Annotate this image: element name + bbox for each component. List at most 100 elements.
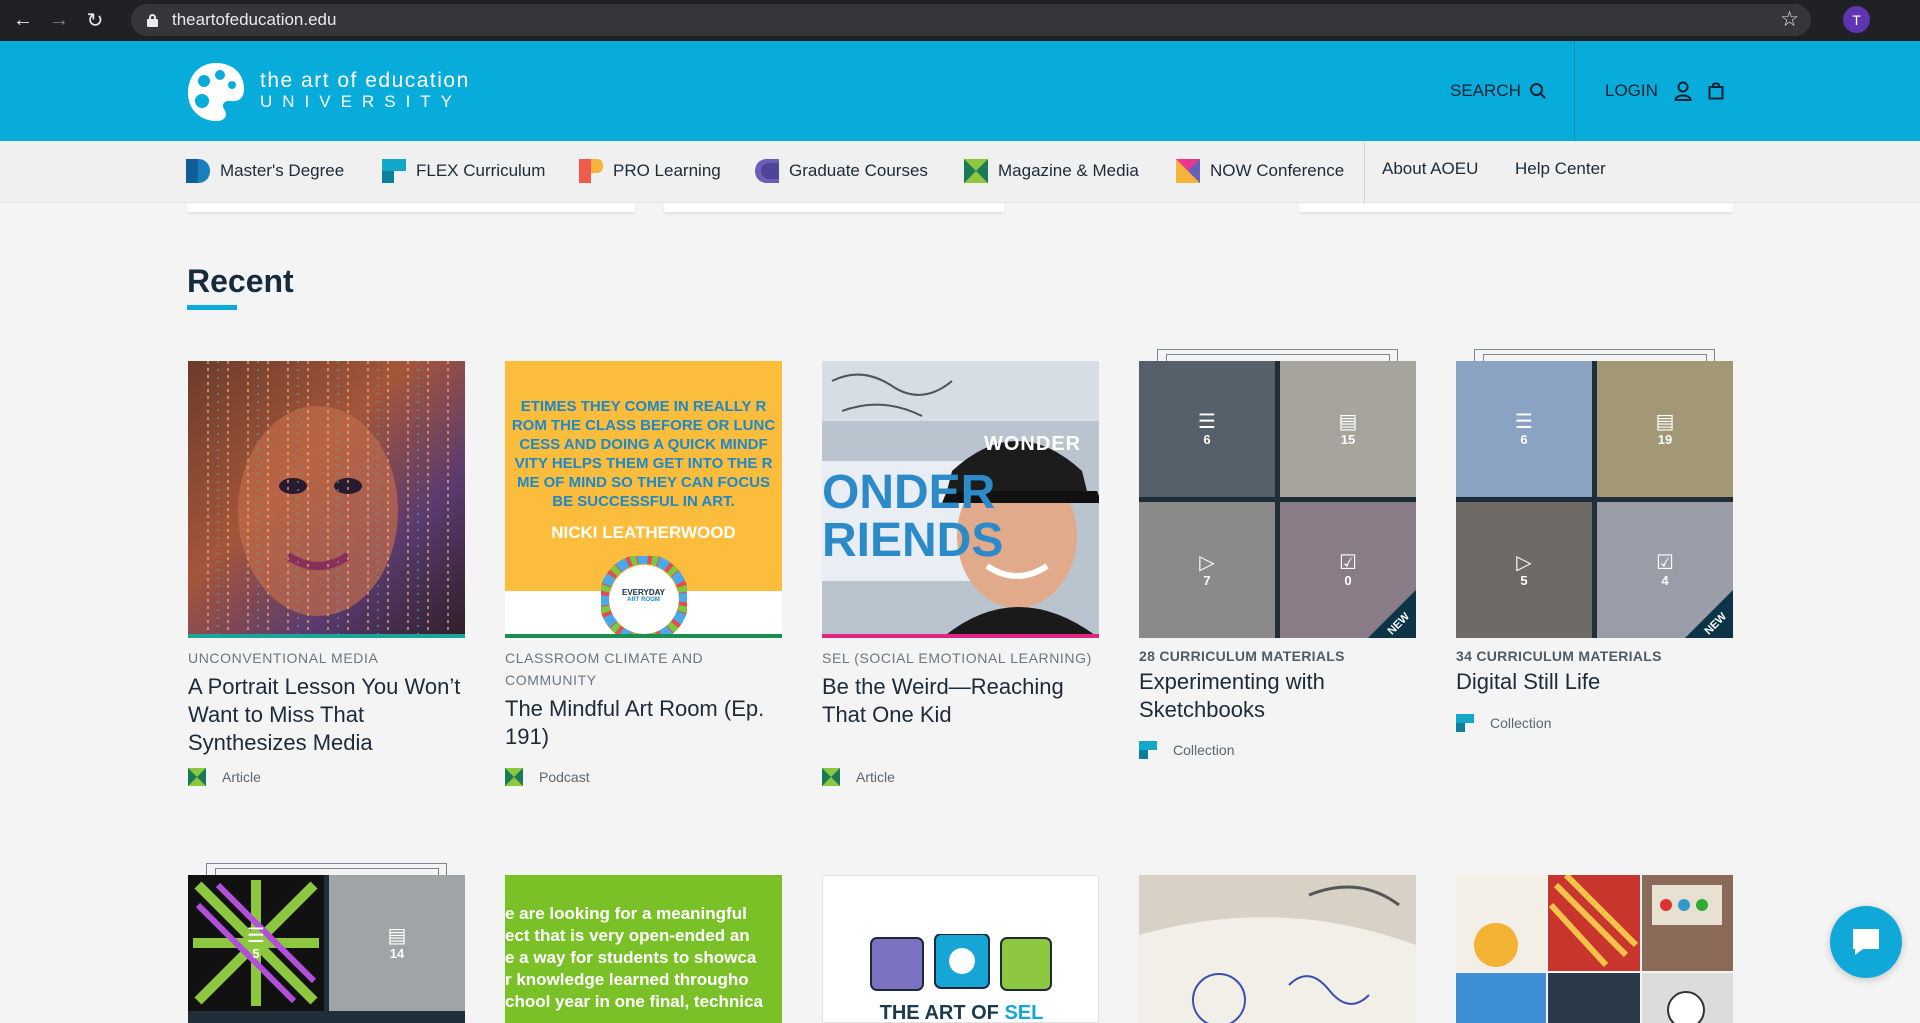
podcast-quote-image[interactable]: ETIMES THEY COME IN REALLY R ROM THE CLA… [505,361,782,638]
title-underline [187,305,237,310]
document-icon: ▤ [1338,410,1358,433]
card-title[interactable]: Be the Weird—Reaching That One Kid [822,673,1099,729]
logo-line-2: UNIVERSITY [260,92,463,111]
nav-magazine-media[interactable]: Magazine & Media [964,159,1139,183]
grid-tile[interactable]: ▤ 15 [1280,361,1416,497]
nav-graduate-courses[interactable]: Graduate Courses [755,159,928,183]
nav-now-conference[interactable]: NOW Conference [1176,159,1344,183]
article-icon [188,768,206,786]
main-nav: Master's Degree FLEX Curriculum PRO Lear… [0,141,1920,203]
project-quote-image[interactable]: e are looking for a meaningful ect that … [505,875,782,1023]
tile-count: 15 [1340,431,1356,447]
category-bar [822,634,1099,638]
portrait-image[interactable] [188,361,465,638]
login-label: LOGIN [1605,81,1658,100]
grid-tile[interactable]: ☰ 5 [188,875,324,1011]
grid-tile[interactable]: ☰ 6 [1139,361,1275,497]
chat-icon [1853,929,1879,955]
quote-line: BE SUCCESSFUL IN ART. [552,493,735,510]
site-logo[interactable]: the art of education UNIVERSITY [186,59,470,123]
palette-logo-icon [186,59,246,123]
grid-tile[interactable]: ▤ 14 [329,875,465,1011]
card-category: CLASSROOM CLIMATE AND COMMUNITY [505,650,704,688]
collection-card[interactable]: ☰ 5 ▤ 14 [188,863,465,1023]
site-header: the art of education UNIVERSITY SEARCH L… [0,41,1920,141]
play-icon: ▷ [1516,551,1532,574]
nav-help-center[interactable]: Help Center [1515,159,1606,179]
tile-count: 7 [1203,572,1211,588]
nav-label: NOW Conference [1210,161,1345,180]
content-card[interactable]: THE ART OF SEL [822,875,1099,1023]
url-text[interactable]: theartofeducation.edu [172,10,336,30]
login-button[interactable]: LOGIN [1605,81,1724,101]
collection-grid[interactable]: ☰ 5 ▤ 14 [188,875,465,1023]
grid-tile[interactable]: ▤ 19 [1597,361,1733,497]
bookmark-star-icon[interactable]: ☆ [1780,7,1799,32]
sign-text-1: ONDER [822,466,996,519]
card-stub [187,203,635,212]
search-icon [1529,83,1546,99]
collection-icon [1139,741,1157,759]
quote-line: CESS AND DOING A QUICK MINDF [519,436,768,453]
sketchbook-photo[interactable] [1139,875,1416,1023]
category-bar [505,634,782,638]
content-card[interactable] [1456,875,1733,1023]
grid-tile[interactable]: ▷ 7 [1139,502,1275,638]
card-stub [664,203,1004,212]
quote-line: ETIMES THEY COME IN REALLY R [520,398,767,415]
nav-flex-curriculum[interactable]: FLEX Curriculum [382,159,545,183]
back-icon[interactable]: ← [10,8,36,34]
document-icon: ▤ [387,924,407,947]
document-icon: ▤ [1655,410,1675,433]
nav-label: Master's Degree [220,161,345,180]
reload-icon[interactable]: ↻ [82,8,108,34]
collection-stack [1474,349,1715,361]
sel-image[interactable]: THE ART OF SEL [822,875,1099,1023]
teacher-photo[interactable]: WONDER ONDER RIENDS [822,361,1099,638]
grid-tile[interactable]: ☰ 6 [1456,361,1592,497]
article-icon [822,768,840,786]
quote-line: VITY HELPS THEM GET INTO THE R [514,455,773,472]
nav-about-aoeu[interactable]: About AOEU [1382,159,1478,179]
card-title[interactable]: Experimenting with Sketchbooks [1139,668,1416,724]
art-supplies-collage[interactable] [1456,875,1733,1023]
nav-divider [1364,141,1365,203]
nav-label: Graduate Courses [789,161,928,180]
section-title: Recent [187,263,294,299]
card-type-label: Article [222,769,261,785]
card-category: SEL (SOCIAL EMOTIONAL LEARNING) [822,650,1092,666]
forward-icon[interactable]: → [46,8,72,34]
card-title[interactable]: A Portrait Lesson You Won’t Want to Miss… [188,673,465,757]
card-title[interactable]: The Mindful Art Room (Ep. 191) [505,695,782,751]
list-icon: ☰ [247,924,265,947]
card-type: Article [188,768,261,786]
nav-pro-learning[interactable]: PRO Learning [579,159,721,183]
list-icon: ☰ [1198,410,1216,433]
nav-masters-degree[interactable]: Master's Degree [186,159,344,183]
collection-grid[interactable]: ☰ 6 ▤ 19 ▷ 5 ☑ 4 NEW [1456,361,1733,638]
card-type: Article [822,768,895,786]
podcast-icon [505,768,523,786]
quote-line: ect that is very open-ended an [505,926,750,945]
tile-count: 19 [1657,431,1673,447]
header-divider [1574,41,1575,141]
collection-grid[interactable]: ☰ 6 ▤ 15 ▷ 7 ☑ 0 NEW [1139,361,1416,638]
list-icon: ☰ [1515,410,1533,433]
card-category: 28 CURRICULUM MATERIALS [1139,648,1345,664]
sel-title-accent: SEL [1004,1002,1044,1023]
nav-label: Magazine & Media [998,161,1139,180]
content-card[interactable] [1139,875,1416,1023]
flex-curriculum-icon [382,159,406,183]
quote-line: chool year in one final, technica [505,992,763,1011]
card-type: Collection [1456,714,1551,732]
card-title[interactable]: Digital Still Life [1456,668,1733,696]
card-type: Podcast [505,768,590,786]
chat-button[interactable] [1830,906,1902,978]
search-button[interactable]: SEARCH [1450,81,1547,101]
address-bar[interactable]: theartofeducation.edu ☆ [131,4,1811,36]
cart-icon[interactable] [1708,82,1724,100]
profile-avatar[interactable]: T [1843,6,1870,33]
tile-count: 4 [1661,572,1669,588]
content-card[interactable]: e are looking for a meaningful ect that … [505,875,782,1023]
grid-tile[interactable]: ▷ 5 [1456,502,1592,638]
